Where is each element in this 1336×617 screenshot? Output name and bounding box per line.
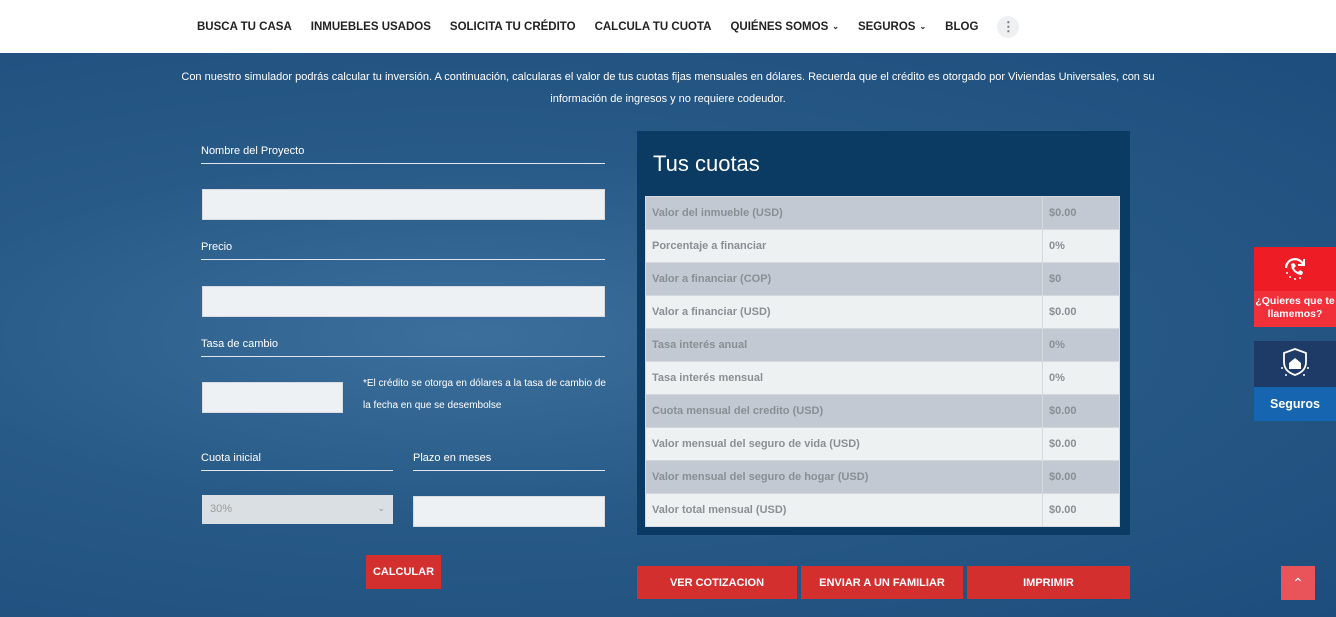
chevron-down-icon: ⌄: [832, 22, 839, 31]
plazo-input[interactable]: [413, 496, 605, 527]
row-label: Tasa interés mensual: [645, 361, 1043, 395]
call-me-label: ¿Quieres que te llamemos?: [1254, 291, 1336, 327]
ver-cotizacion-button[interactable]: VER COTIZACION: [637, 566, 797, 599]
table-row: Valor total mensual (USD) $0.00: [645, 493, 1120, 527]
precio-input[interactable]: [202, 286, 605, 317]
cuotas-table: Valor del inmueble (USD) $0.00 Porcentaje …: [645, 196, 1120, 527]
chevron-down-icon: ⌄: [377, 503, 385, 513]
row-value: 0%: [1042, 328, 1120, 362]
row-value: $0: [1042, 262, 1120, 296]
nav-inmuebles-usados[interactable]: INMUEBLES USADOS: [311, 21, 431, 33]
nav-label: QUIÉNES SOMOS: [730, 20, 829, 33]
nav-solicita-credito[interactable]: SOLICITA TU CRÉDITO: [450, 21, 576, 33]
row-value: $0.00: [1042, 460, 1120, 494]
row-value: 0%: [1042, 361, 1120, 395]
calcular-button[interactable]: CALCULAR: [366, 555, 441, 589]
nav-label: SEGUROS: [857, 20, 916, 33]
nav-label: BLOG: [945, 20, 979, 33]
seguros-widget[interactable]: Seguros: [1254, 341, 1336, 421]
table-row: Tasa interés mensual 0%: [645, 361, 1120, 395]
nav-calcula-cuota[interactable]: CALCULA TU CUOTA: [595, 21, 712, 33]
row-value: $0.00: [1042, 196, 1120, 230]
nombre-label: Nombre del Proyecto: [201, 145, 605, 164]
precio-label: Precio: [201, 241, 605, 260]
enviar-familiar-button[interactable]: ENVIAR A UN FAMILIAR: [801, 566, 963, 599]
more-menu-icon[interactable]: ⋮: [997, 15, 1020, 38]
seguros-label: Seguros: [1254, 387, 1336, 421]
tasa-note: *El crédito se otorga en dólares a la ta…: [363, 378, 606, 411]
cuota-inicial-select[interactable]: 30% ⌄: [202, 495, 393, 524]
row-label: Valor total mensual (USD): [645, 493, 1043, 527]
table-row: Cuota mensual del credito (USD) $0.00: [645, 394, 1120, 428]
row-value: $0.00: [1042, 493, 1120, 527]
row-label: Valor a financiar (COP): [645, 262, 1043, 296]
call-me-widget[interactable]: ¿Quieres que te llamemos?: [1254, 247, 1336, 327]
cuotas-panel: Tus cuotas Valor del inmueble (USD) $0.00…: [637, 131, 1130, 535]
row-label: Porcentaje a financiar: [645, 229, 1043, 263]
row-label: Valor mensual del seguro de hogar (USD): [645, 460, 1043, 494]
nav-label: CALCULA TU CUOTA: [594, 20, 712, 33]
phone-icon: [1254, 247, 1336, 291]
table-row: Valor mensual del seguro de hogar (USD) $…: [645, 460, 1120, 494]
top-nav: BUSCA TU CASA INMUEBLES USADOS SOLICITA …: [0, 0, 1336, 53]
row-value: 0%: [1042, 229, 1120, 263]
row-label: Valor a financiar (USD): [645, 295, 1043, 329]
row-label: Valor mensual del seguro de vida (USD): [645, 427, 1043, 461]
nav-label: SOLICITA TU CRÉDITO: [449, 20, 576, 33]
tasa-label: Tasa de cambio: [201, 338, 605, 357]
nombre-input[interactable]: [202, 189, 605, 220]
row-label: Cuota mensual del credito (USD): [645, 394, 1043, 428]
row-value: $0.00: [1042, 427, 1120, 461]
nav-label: INMUEBLES USADOS: [310, 20, 431, 33]
row-label: Valor del inmueble (USD): [645, 196, 1043, 230]
chevron-down-icon: ⌄: [919, 22, 927, 31]
table-row: Valor del inmueble (USD) $0.00: [645, 196, 1120, 230]
shield-house-icon: [1254, 341, 1336, 387]
nav-seguros[interactable]: SEGUROS ⌄: [858, 21, 926, 33]
select-value: 30%: [210, 503, 233, 515]
table-row: Valor a financiar (USD) $0.00: [645, 295, 1120, 329]
nav-blog[interactable]: BLOG: [945, 21, 978, 33]
table-row: Valor a financiar (COP) $0: [645, 262, 1120, 296]
row-label: Tasa interés anual: [645, 328, 1043, 362]
intro-text: Con nuestro simulador podrás calcular tu…: [181, 71, 1155, 105]
plazo-label: Plazo en meses: [413, 452, 605, 471]
table-row: Valor mensual del seguro de vida (USD) $0…: [645, 427, 1120, 461]
table-row: Tasa interés anual 0%: [645, 328, 1120, 362]
cuota-inicial-label: Cuota inicial: [201, 452, 393, 471]
chevron-up-icon: ⌃: [1292, 574, 1304, 591]
row-value: $0.00: [1042, 295, 1120, 329]
nav-label: BUSCA TU CASA: [197, 20, 292, 33]
imprimir-button[interactable]: IMPRIMIR: [967, 566, 1130, 599]
nav-quienes-somos[interactable]: QUIÉNES SOMOS ⌄: [730, 21, 838, 33]
nav-busca-tu-casa[interactable]: BUSCA TU CASA: [197, 21, 292, 33]
table-row: Porcentaje a financiar 0%: [645, 229, 1120, 263]
panel-title: Tus cuotas: [653, 151, 760, 176]
scroll-top-button[interactable]: ⌃: [1281, 566, 1315, 600]
tasa-input[interactable]: [202, 382, 343, 413]
row-value: $0.00: [1042, 394, 1120, 428]
